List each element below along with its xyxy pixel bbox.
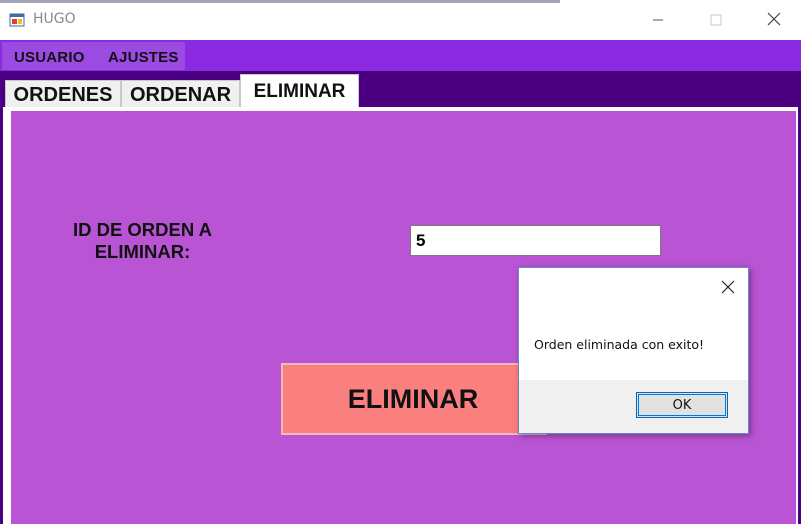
menu-group: USUARIO AJUSTES (2, 42, 185, 70)
minimize-icon (652, 11, 664, 30)
menu-item-ajustes[interactable]: AJUSTES (108, 49, 179, 66)
app-window-icon (9, 12, 25, 28)
tab-eliminar[interactable]: ELIMINAR (240, 74, 359, 109)
maximize-icon (710, 11, 722, 30)
ok-button[interactable]: OK (636, 392, 728, 418)
maximize-button[interactable] (687, 0, 745, 40)
order-id-input[interactable] (410, 225, 661, 256)
delete-order-button[interactable]: ELIMINAR (281, 363, 547, 435)
tab-ordenes[interactable]: ORDENES (5, 80, 121, 110)
dialog-message: Orden eliminada con exito! (534, 337, 705, 352)
close-button[interactable] (745, 0, 801, 40)
dialog-close-button[interactable] (717, 277, 739, 299)
window-title: HUGO (33, 11, 76, 27)
order-id-label: ID DE ORDEN A ELIMINAR: (72, 219, 213, 262)
menu-item-usuario[interactable]: USUARIO (14, 49, 85, 66)
title-bar-shadow (0, 0, 560, 3)
menu-bar: USUARIO AJUSTES (0, 40, 801, 71)
dialog-footer: OK (519, 380, 748, 433)
message-dialog: Orden eliminada con exito! OK (518, 267, 749, 434)
tab-ordenar[interactable]: ORDENAR (121, 80, 240, 110)
close-icon (767, 11, 781, 30)
minimize-button[interactable] (629, 0, 687, 40)
close-icon (721, 279, 735, 298)
title-bar: HUGO (0, 0, 801, 40)
